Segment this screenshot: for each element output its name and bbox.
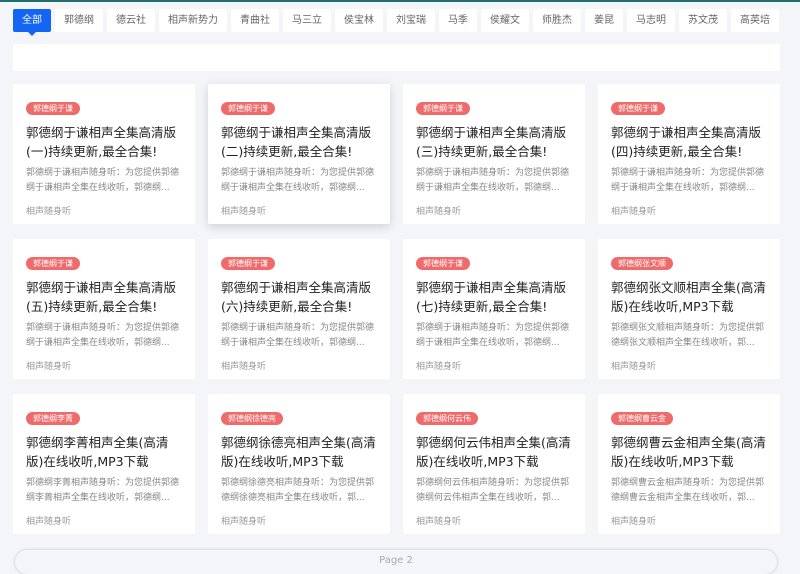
card-description: 郭德纲张文顺相声随身听：为您提供郭德纲张文顺相声全集在线收听，郭... [611, 323, 765, 348]
tab-4[interactable]: 青曲社 [231, 9, 279, 32]
card-title[interactable]: 郭德纲于谦相声全集高清版(五)持续更新,最全合集! [26, 278, 182, 316]
filter-bar [13, 44, 780, 71]
card-title[interactable]: 郭德纲李菁相声全集(高清版)在线收听,MP3下载 [26, 433, 182, 471]
tab-14[interactable]: 高英培 [731, 9, 779, 32]
card-title[interactable]: 郭德纲曹云金相声全集(高清版)在线收听,MP3下载 [611, 433, 767, 471]
card-title[interactable]: 郭德纲张文顺相声全集(高清版)在线收听,MP3下载 [611, 278, 767, 316]
card-description: 郭德纲于谦相声随身听：为您提供郭德纲于谦相声全集在线收听，郭德纲... [611, 168, 765, 193]
artist-badge[interactable]: 郭德纲于谦 [26, 257, 80, 270]
tab-2[interactable]: 德云社 [107, 9, 155, 32]
tab-10[interactable]: 师胜杰 [533, 9, 581, 32]
album-card[interactable]: 郭德纲于谦郭德纲于谦相声全集高清版(五)持续更新,最全合集! 郭德纲于谦相声随身听… [13, 239, 195, 379]
page-label: Page 2 [379, 555, 413, 566]
card-description: 郭德纲于谦相声随身听：为您提供郭德纲于谦相声全集在线收听，郭德纲... [416, 323, 570, 348]
tab-9[interactable]: 侯耀文 [481, 9, 529, 32]
card-source: 相声随身听 [416, 517, 462, 527]
tab-12[interactable]: 马志明 [627, 9, 675, 32]
card-description: 郭德纲徐德亮相声随身听：为您提供郭德纲徐德亮相声全集在线收听，郭... [221, 478, 375, 503]
card-grid: 郭德纲于谦 郭德纲于谦相声全集高清版(一)持续更新,最全合集! 郭德纲于谦相声随身听… [13, 84, 780, 534]
album-card[interactable]: 郭德纲于谦郭德纲于谦相声全集高清版(七)持续更新,最全合集! 郭德纲于谦相声随身听… [403, 239, 585, 379]
card-description: 郭德纲于谦相声随身听：为您提供郭德纲于谦相声全集在线收听，郭德纲... [26, 323, 180, 348]
artist-badge[interactable]: 郭德纲于谦 [416, 257, 470, 270]
tab-8[interactable]: 马季 [439, 9, 477, 32]
card-description: 郭德纲曹云金相声随身听：为您提供郭德纲曹云金相声全集在线收听，郭... [611, 478, 765, 503]
card-description: 郭德纲何云伟相声随身听：为您提供郭德纲何云伟相声全集在线收听，郭... [416, 478, 570, 503]
card-source: 相声随身听 [221, 362, 267, 372]
card-description: 郭德纲于谦相声随身听：为您提供郭德纲于谦相声全集在线收听，郭德纲... [221, 323, 375, 348]
artist-badge[interactable]: 郭德纲曹云金 [611, 412, 673, 425]
card-title[interactable]: 郭德纲于谦相声全集高清版(三)持续更新,最全合集! [416, 123, 572, 161]
card-source: 相声随身听 [416, 362, 462, 372]
artist-badge[interactable]: 郭德纲于谦 [221, 257, 275, 270]
artist-badge[interactable]: 郭德纲于谦 [26, 102, 80, 115]
card-description: 郭德纲于谦相声随身听：为您提供郭德纲于谦相声全集在线收听，郭德纲... [26, 168, 180, 193]
album-card[interactable]: 郭德纲于谦郭德纲于谦相声全集高清版(六)持续更新,最全合集! 郭德纲于谦相声随身听… [208, 239, 390, 379]
card-title[interactable]: 郭德纲于谦相声全集高清版(二)持续更新,最全合集! [221, 123, 377, 161]
card-source: 相声随身听 [26, 362, 72, 372]
card-source: 相声随身听 [26, 207, 72, 217]
album-card[interactable]: 郭德纲张文顺郭德纲张文顺相声全集(高清版)在线收听,MP3下载郭德纲张文顺相声随… [598, 239, 780, 379]
tab-3[interactable]: 相声新势力 [159, 9, 227, 32]
artist-badge[interactable]: 郭德纲徐德亮 [221, 412, 283, 425]
card-source: 相声随身听 [611, 517, 657, 527]
card-title[interactable]: 郭德纲于谦相声全集高清版(七)持续更新,最全合集! [416, 278, 572, 316]
artist-badge[interactable]: 郭德纲于谦 [611, 102, 665, 115]
album-card[interactable]: 郭德纲李菁郭德纲李菁相声全集(高清版)在线收听,MP3下载郭德纲李菁相声随身听：… [13, 394, 195, 534]
card-source: 相声随身听 [221, 517, 267, 527]
tab-6[interactable]: 侯宝林 [335, 9, 383, 32]
tab-0[interactable]: 全部 [13, 9, 51, 36]
card-description: 郭德纲于谦相声随身听：为您提供郭德纲于谦相声全集在线收听，郭德纲... [416, 168, 570, 193]
artist-badge[interactable]: 郭德纲何云伟 [416, 412, 478, 425]
card-title[interactable]: 郭德纲于谦相声全集高清版(四)持续更新,最全合集! [611, 123, 767, 161]
card-source: 相声随身听 [26, 517, 72, 527]
album-card[interactable]: 郭德纲曹云金郭德纲曹云金相声全集(高清版)在线收听,MP3下载郭德纲曹云金相声随… [598, 394, 780, 534]
tab-1[interactable]: 郭德纲 [55, 9, 103, 32]
tab-13[interactable]: 苏文茂 [679, 9, 727, 32]
card-source: 相声随身听 [416, 207, 462, 217]
card-description: 郭德纲李菁相声随身听：为您提供郭德纲李菁相声全集在线收听，郭德纲... [26, 478, 180, 503]
card-source: 相声随身听 [221, 207, 267, 217]
card-title[interactable]: 郭德纲徐德亮相声全集(高清版)在线收听,MP3下载 [221, 433, 377, 471]
card-title[interactable]: 郭德纲于谦相声全集高清版(六)持续更新,最全合集! [221, 278, 377, 316]
pagination-bar[interactable]: Page 2 [15, 550, 777, 574]
artist-badge[interactable]: 郭德纲于谦 [221, 102, 275, 115]
card-title[interactable]: 郭德纲于谦相声全集高清版(一)持续更新,最全合集! [26, 123, 182, 161]
card-source: 相声随身听 [611, 362, 657, 372]
card-source: 相声随身听 [611, 207, 657, 217]
artist-badge[interactable]: 郭德纲于谦 [416, 102, 470, 115]
album-card[interactable]: 郭德纲于谦郭德纲于谦相声全集高清版(二)持续更新,最全合集! 郭德纲于谦相声随身听… [208, 84, 390, 224]
category-tabs: 全部 郭德纲 德云社 相声新势力 青曲社 马三立 侯宝林 刘宝瑞 马季 侯耀文 师胜杰 姜昆 马志明 苏文… [13, 9, 779, 36]
card-description: 郭德纲于谦相声随身听：为您提供郭德纲于谦相声全集在线收听，郭德纲... [221, 168, 375, 193]
artist-badge[interactable]: 郭德纲张文顺 [611, 257, 673, 270]
tab-11[interactable]: 姜昆 [585, 9, 623, 32]
album-card[interactable]: 郭德纲何云伟郭德纲何云伟相声全集(高清版)在线收听,MP3下载郭德纲何云伟相声随… [403, 394, 585, 534]
tab-5[interactable]: 马三立 [283, 9, 331, 32]
album-card[interactable]: 郭德纲于谦郭德纲于谦相声全集高清版(三)持续更新,最全合集! 郭德纲于谦相声随身听… [403, 84, 585, 224]
album-card[interactable]: 郭德纲于谦郭德纲于谦相声全集高清版(一)持续更新,最全合集! 郭德纲于谦相声随身听… [13, 84, 195, 224]
artist-badge[interactable]: 郭德纲李菁 [26, 412, 80, 425]
tab-7[interactable]: 刘宝瑞 [387, 9, 435, 32]
album-card[interactable]: 郭德纲徐德亮郭德纲徐德亮相声全集(高清版)在线收听,MP3下载郭德纲徐德亮相声随… [208, 394, 390, 534]
album-card[interactable]: 郭德纲于谦郭德纲于谦相声全集高清版(四)持续更新,最全合集! 郭德纲于谦相声随身听… [598, 84, 780, 224]
card-title[interactable]: 郭德纲何云伟相声全集(高清版)在线收听,MP3下载 [416, 433, 572, 471]
